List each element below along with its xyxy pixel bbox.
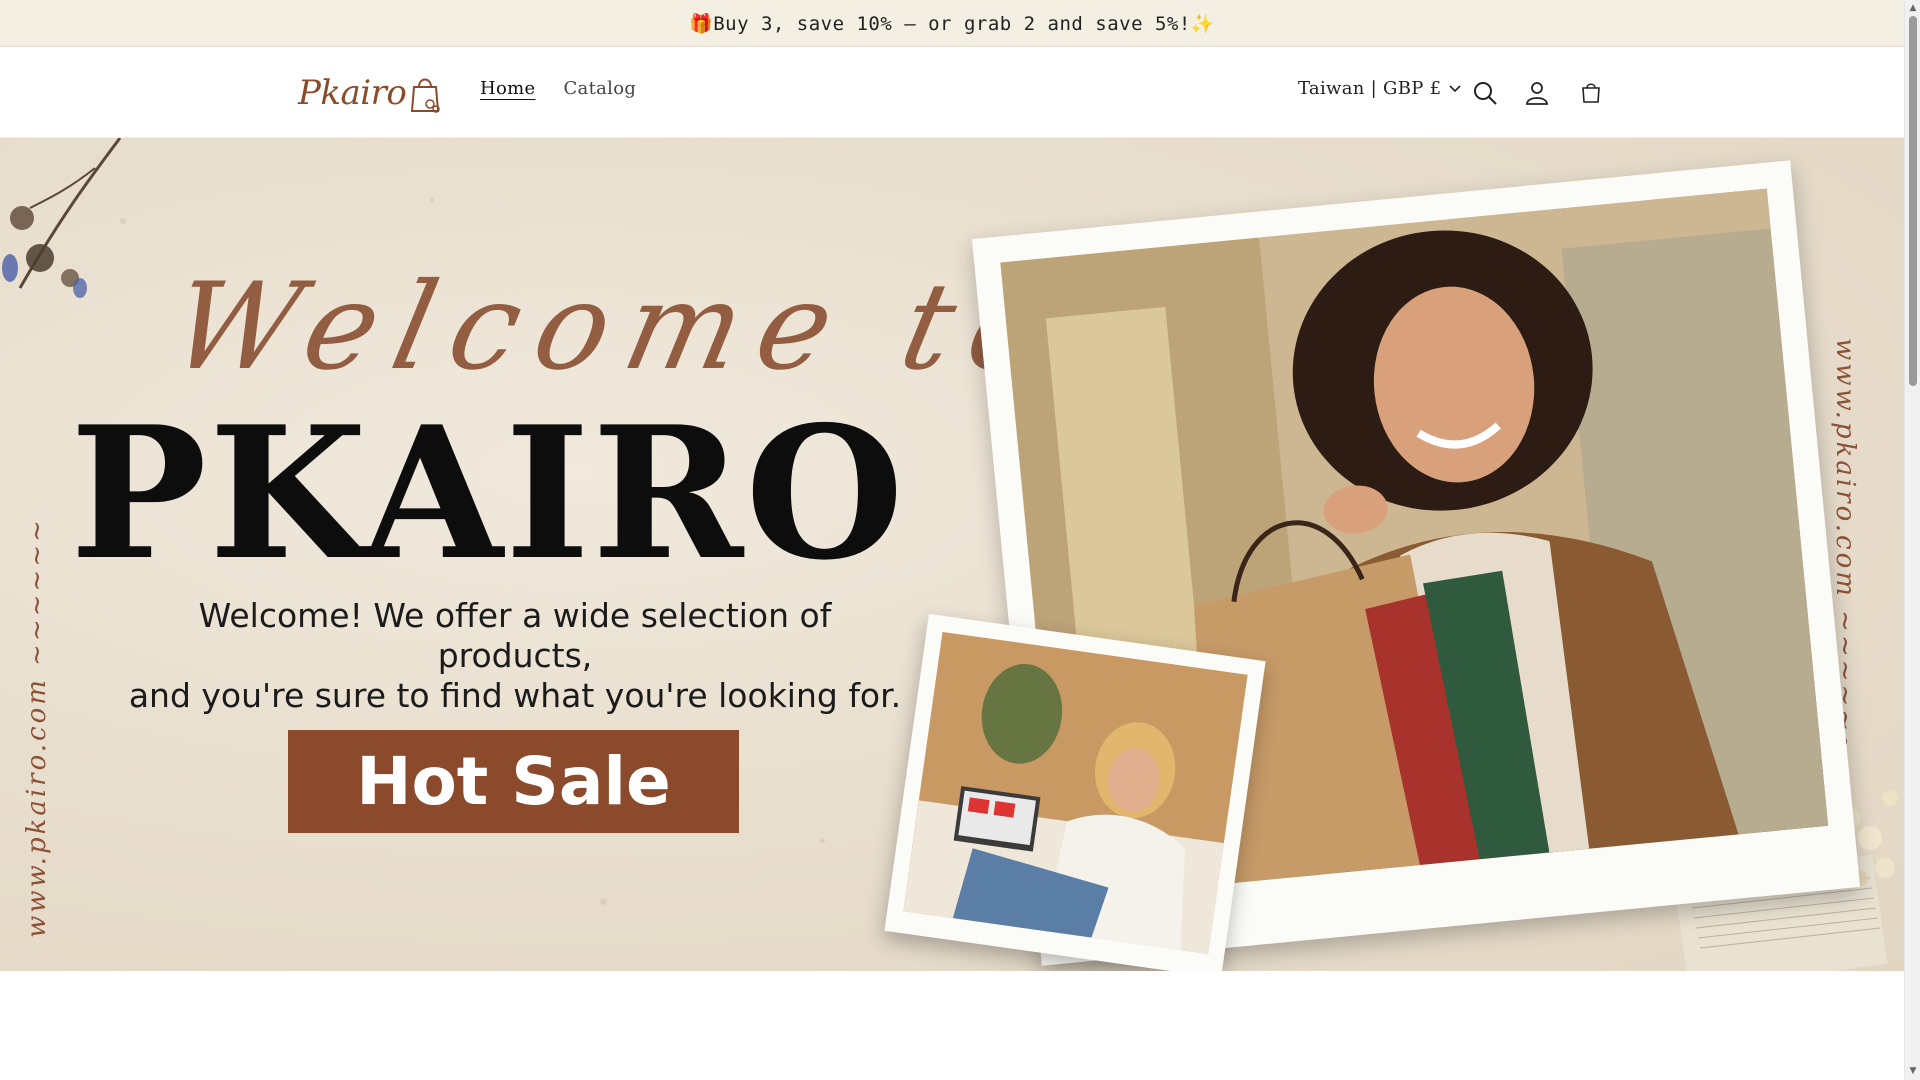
country-selector-label: Taiwan | GBP £ [1298,78,1442,99]
announcement-bar: 🎁Buy 3, save 10% – or grab 2 and save 5%… [0,0,1904,47]
logo[interactable]: Pkairo [298,68,442,118]
texture-speck [600,898,607,905]
laptop-woman-photo [903,631,1248,955]
laptop-woman-illustration [903,631,1248,955]
tagline-line-2: and you're sure to find what you're look… [128,676,902,715]
main-nav: Home Catalog [480,78,636,99]
nav-item-catalog[interactable]: Catalog [563,78,636,99]
scrollbar-thumb[interactable] [1909,16,1917,386]
hot-sale-button[interactable]: Hot Sale [288,730,739,833]
brand-heading: PKAIRO [70,386,906,600]
account-button[interactable] [1522,78,1552,108]
search-button[interactable] [1470,78,1500,108]
logo-text: Pkairo [298,73,407,113]
scroll-down-arrow-icon[interactable]: ▼ [1908,1066,1918,1076]
announcement-text: 🎁Buy 3, save 10% – or grab 2 and save 5%… [689,12,1215,35]
dried-flower-decoration [2,138,122,298]
welcome-script-heading: Welcome to [160,258,1076,397]
hero-banner[interactable]: Welcome to PKAIRO Welcome! We offer a wi… [0,138,1904,971]
cart-icon [1582,83,1600,103]
texture-speck [430,198,434,202]
account-icon [1526,82,1548,105]
search-icon [1474,82,1497,105]
texture-speck [820,838,825,843]
nav-item-home[interactable]: Home [480,78,535,99]
page-scrollbar[interactable]: ▲ ▼ [1904,0,1920,1080]
scroll-up-arrow-icon[interactable]: ▲ [1908,3,1918,13]
laptop-woman-photo-frame [884,613,1266,971]
site-header: Pkairo Home Catalog Taiwan | GBP £ [0,48,1904,138]
cart-button[interactable] [1576,78,1606,108]
logo-bag-icon [411,78,441,113]
side-url-left: www.pkairo.com ~~~~~~ [22,517,52,938]
country-selector[interactable]: Taiwan | GBP £ [1298,78,1462,99]
tagline-line-1: Welcome! We offer a wide selection of pr… [198,596,832,675]
hero-tagline: Welcome! We offer a wide selection of pr… [120,596,910,716]
chevron-down-icon [1449,84,1462,92]
